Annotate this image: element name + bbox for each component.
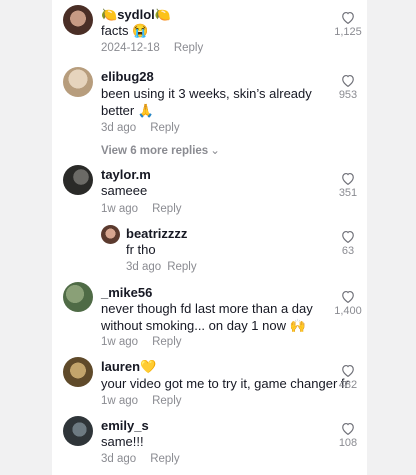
comment-username[interactable]: emily_s	[101, 418, 149, 433]
comment-text: your video got me to try it, game change…	[101, 376, 349, 391]
comment-meta: 1w ago Reply	[101, 336, 182, 348]
like-button[interactable]: 108	[333, 422, 363, 449]
heart-outline-icon	[342, 11, 354, 24]
heart-outline-icon	[342, 422, 354, 435]
avatar[interactable]	[63, 282, 93, 312]
like-button[interactable]: 63	[333, 230, 363, 257]
view-more-replies-button[interactable]: View 6 more replies ⌄	[101, 143, 220, 157]
comments-panel: 🍋sydlol🍋 facts 😭 2024-12-18 Reply 1,125 e…	[52, 0, 367, 475]
reply-button[interactable]: Reply	[150, 122, 179, 134]
reply-button[interactable]: Reply	[152, 203, 181, 215]
like-button[interactable]: 1,125	[333, 11, 363, 38]
emoji: 💛	[140, 359, 157, 374]
like-button[interactable]: 1,400	[333, 290, 363, 317]
emoji: 🍋	[101, 7, 118, 22]
heart-outline-icon	[342, 230, 354, 243]
comment-date: 1w ago	[101, 336, 139, 348]
comment-date: 3d ago	[101, 122, 137, 134]
reply-username[interactable]: beatrizzzz	[126, 226, 187, 241]
reply-button[interactable]: Reply	[152, 395, 181, 407]
reply-button[interactable]: Reply	[167, 261, 196, 273]
heart-outline-icon	[342, 364, 354, 377]
like-count: 108	[338, 437, 358, 449]
heart-outline-icon	[342, 74, 354, 87]
avatar[interactable]	[101, 225, 120, 244]
comment-meta: 2024-12-18 Reply	[101, 42, 203, 54]
reply-date: 3d ago	[126, 261, 162, 273]
chevron-down-icon: ⌄	[210, 145, 220, 157]
emoji: 🍋	[154, 7, 171, 22]
comment-date: 1w ago	[101, 203, 139, 215]
avatar[interactable]	[63, 165, 93, 195]
reply-button[interactable]: Reply	[150, 453, 179, 465]
comment-date: 1w ago	[101, 395, 139, 407]
like-count: 63	[341, 245, 355, 257]
comment-date: 2024-12-18	[101, 42, 160, 54]
like-count: 351	[338, 187, 358, 199]
comment-date: 3d ago	[101, 453, 137, 465]
like-button[interactable]: 482	[333, 364, 363, 391]
like-count: 1,125	[334, 26, 362, 38]
comment-text: sameee	[101, 183, 148, 198]
comment-text: same!!!	[101, 434, 144, 449]
like-count: 953	[338, 89, 358, 101]
comment-text: facts 😭	[101, 23, 149, 38]
reply-meta: 3d ago Reply	[126, 261, 197, 273]
avatar[interactable]	[63, 67, 93, 97]
reply-button[interactable]: Reply	[174, 42, 203, 54]
comment-username[interactable]: _mike56	[101, 285, 152, 300]
heart-outline-icon	[342, 172, 354, 185]
comment-username[interactable]: taylor.m	[101, 167, 151, 182]
avatar[interactable]	[63, 5, 93, 35]
comment-meta: 1w ago Reply	[101, 395, 182, 407]
like-button[interactable]: 351	[333, 172, 363, 199]
avatar[interactable]	[63, 357, 93, 387]
comment-meta: 3d ago Reply	[101, 122, 180, 134]
like-count: 482	[338, 379, 358, 391]
heart-outline-icon	[342, 290, 354, 303]
reply-button[interactable]: Reply	[152, 336, 181, 348]
reply-text: fr tho	[126, 242, 156, 257]
comment-username[interactable]: elibug28	[101, 69, 154, 84]
comment-username[interactable]: lauren💛	[101, 359, 156, 375]
comment-username[interactable]: 🍋sydlol🍋	[101, 7, 171, 23]
comment-text: been using it 3 weeks, skin’s already be…	[101, 86, 312, 118]
comment-text: never though fd last more than a day wit…	[101, 301, 313, 333]
like-count: 1,400	[334, 305, 362, 317]
like-button[interactable]: 953	[333, 74, 363, 101]
comment-meta: 3d ago Reply	[101, 453, 180, 465]
comment-meta: 1w ago Reply	[101, 203, 182, 215]
avatar[interactable]	[63, 416, 93, 446]
